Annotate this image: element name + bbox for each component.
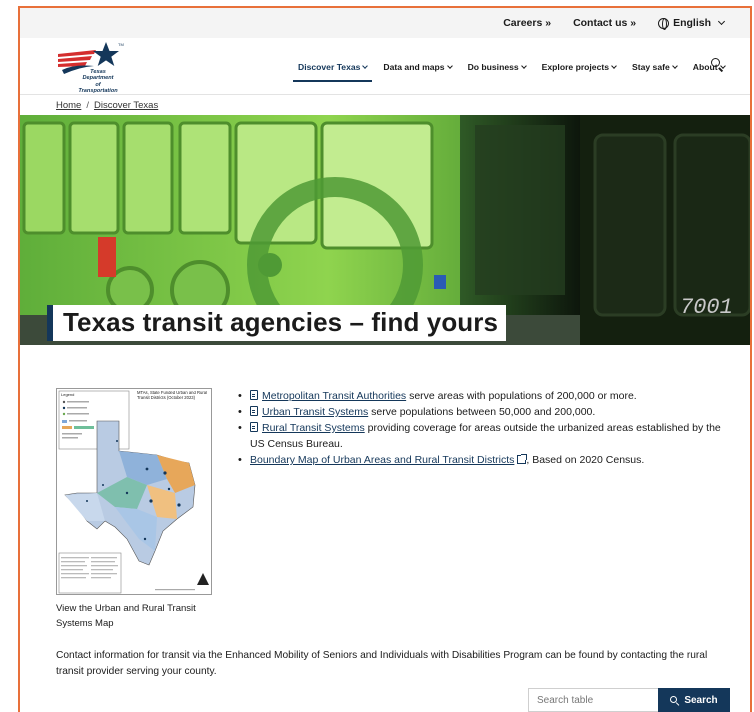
map-title: MTAs, State Funded Urban and Rural Trans…	[137, 391, 207, 400]
trademark-mark: TM	[118, 42, 124, 47]
language-label: English	[673, 17, 711, 29]
logo-text: Texas Department of Transportation	[78, 69, 118, 95]
breadcrumb: Home / Discover Texas	[20, 95, 750, 115]
main-nav: Discover Texas Data and maps Do business…	[290, 38, 733, 95]
nav-about[interactable]: About	[685, 38, 733, 95]
search-icon[interactable]	[711, 58, 724, 72]
nav-explore-projects[interactable]: Explore projects	[534, 38, 624, 95]
list-item: Metropolitan Transit Authorities serve a…	[236, 388, 736, 404]
page-frame: Careers » Contact us » English TM Texas	[18, 6, 752, 712]
transit-links-list: Metropolitan Transit Authorities serve a…	[236, 388, 736, 468]
document-icon	[250, 406, 258, 416]
rural-transit-link[interactable]: Rural Transit Systems	[250, 422, 365, 434]
chevron-down-icon	[671, 62, 678, 69]
nav-data-and-maps[interactable]: Data and maps	[375, 38, 459, 95]
breadcrumb-home[interactable]: Home	[56, 100, 81, 111]
search-icon	[670, 695, 680, 706]
search-table-input[interactable]	[528, 688, 658, 712]
utility-bar: Careers » Contact us » English	[20, 8, 750, 38]
hero-banner: 7001 Texas transit agencies – find yours	[20, 115, 750, 345]
metropolitan-transit-link[interactable]: Metropolitan Transit Authorities	[250, 390, 406, 402]
list-item: Rural Transit Systems providing coverage…	[236, 420, 736, 452]
chevron-down-icon	[611, 62, 617, 69]
external-link-icon	[517, 454, 528, 464]
breadcrumb-discover-texas[interactable]: Discover Texas	[94, 100, 158, 111]
chevron-down-icon	[520, 62, 527, 69]
content-section: Legend MTAs, State Funded Urban and Rura…	[56, 388, 746, 638]
chevron-down-icon	[362, 62, 369, 69]
map-caption[interactable]: View the Urban and Rural Transit Systems…	[56, 601, 216, 631]
boundary-map-link[interactable]: Boundary Map of Urban Areas and Rural Tr…	[250, 454, 528, 466]
list-item: Urban Transit Systems serve populations …	[236, 404, 736, 420]
list-item: Boundary Map of Urban Areas and Rural Tr…	[236, 452, 736, 468]
urban-transit-link[interactable]: Urban Transit Systems	[250, 406, 368, 418]
search-button[interactable]: Search	[658, 688, 730, 712]
nav-do-business[interactable]: Do business	[460, 38, 534, 95]
chevron-down-icon	[717, 17, 726, 25]
nav-stay-safe[interactable]: Stay safe	[624, 38, 685, 95]
breadcrumb-separator: /	[86, 99, 89, 111]
table-search: Search	[528, 688, 730, 712]
transit-map-thumbnail[interactable]: Legend MTAs, State Funded Urban and Rura…	[56, 388, 212, 595]
contact-info-text: Contact information for transit via the …	[56, 650, 708, 677]
contact-us-link[interactable]: Contact us »	[573, 17, 636, 29]
globe-icon	[658, 17, 670, 30]
map-legend-title: Legend	[61, 392, 74, 397]
document-icon	[250, 390, 258, 400]
document-icon	[250, 422, 258, 432]
chevron-down-icon	[446, 62, 453, 69]
page-title: Texas transit agencies – find yours	[47, 305, 507, 341]
nav-discover-texas[interactable]: Discover Texas	[290, 38, 375, 95]
language-selector[interactable]: English	[658, 17, 726, 30]
txdot-logo[interactable]: TM Texas Department of Transportation	[56, 40, 126, 95]
site-header: TM Texas Department of Transportation Di…	[20, 38, 750, 95]
bus-number: 7001	[680, 295, 733, 320]
careers-link[interactable]: Careers »	[503, 17, 551, 29]
